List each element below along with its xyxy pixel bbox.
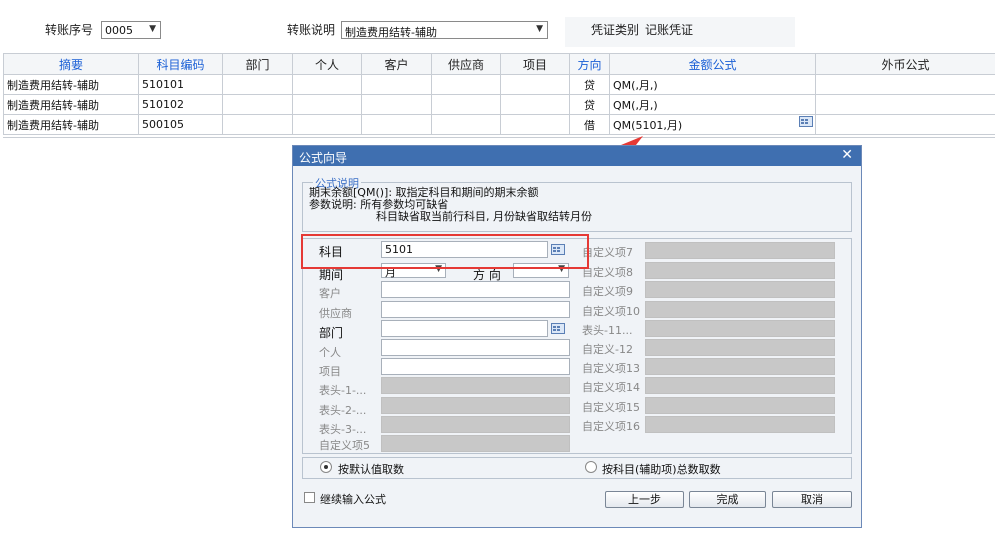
subject-highlight-box	[301, 234, 589, 269]
custom8-input	[645, 262, 835, 279]
custom15-label: 自定义项15	[582, 401, 640, 414]
radio-total-label: 按科目(辅助项)总数取数	[602, 463, 721, 476]
person-label: 个人	[319, 346, 341, 359]
custom15-input	[645, 397, 835, 414]
customer-label: 客户	[319, 287, 341, 300]
custom7-label: 自定义项7	[582, 246, 633, 259]
description-line-3: 科目缺省取当前行科目, 月份缺省取结转月份	[376, 210, 592, 223]
custom12-label: 自定义-12	[582, 343, 633, 356]
radio-total[interactable]	[585, 461, 597, 473]
radio-default[interactable]	[320, 461, 332, 473]
custom10-input	[645, 301, 835, 318]
cancel-button[interactable]: 取消	[772, 491, 852, 508]
header3-input	[381, 416, 570, 433]
continue-checkbox[interactable]	[304, 492, 315, 503]
header1-label: 表头-1-...	[319, 384, 367, 397]
dept-picker-icon[interactable]	[551, 323, 565, 334]
custom16-input	[645, 416, 835, 433]
formula-wizard-dialog: 公式向导 ✕ 公式说明 期末余额[QM()]: 取指定科目和期间的期末余额 参数…	[292, 145, 862, 528]
custom9-input	[645, 281, 835, 298]
header2-label: 表头-2-...	[319, 404, 367, 417]
radio-default-label: 按默认值取数	[338, 463, 404, 476]
custom8-label: 自定义项8	[582, 266, 633, 279]
continue-label: 继续输入公式	[320, 493, 386, 506]
project-label: 项目	[319, 365, 341, 378]
custom7-input	[645, 242, 835, 259]
custom13-label: 自定义项13	[582, 362, 640, 375]
custom10-label: 自定义项10	[582, 305, 640, 318]
project-input[interactable]	[381, 358, 570, 375]
supplier-label: 供应商	[319, 307, 352, 320]
custom14-input	[645, 377, 835, 394]
custom16-label: 自定义项16	[582, 420, 640, 433]
custom12-input	[645, 339, 835, 356]
header1-input	[381, 377, 570, 394]
close-icon[interactable]: ✕	[841, 147, 853, 163]
customer-input[interactable]	[381, 281, 570, 298]
prev-button[interactable]: 上一步	[605, 491, 684, 508]
dialog-title-bar: 公式向导 ✕	[293, 146, 861, 166]
custom5-input	[381, 435, 570, 452]
supplier-input[interactable]	[381, 301, 570, 318]
dept-label: 部门	[319, 326, 344, 340]
dialog-title: 公式向导	[299, 151, 348, 165]
header3-label: 表头-3-...	[319, 423, 367, 436]
custom9-label: 自定义项9	[582, 285, 633, 298]
header11-input	[645, 320, 835, 337]
custom13-input	[645, 358, 835, 375]
dept-input[interactable]	[381, 320, 548, 337]
finish-button[interactable]: 完成	[689, 491, 766, 508]
person-input[interactable]	[381, 339, 570, 356]
header11-label: 表头-11...	[582, 324, 633, 337]
custom5-label: 自定义项5	[319, 439, 370, 452]
header2-input	[381, 397, 570, 414]
custom14-label: 自定义项14	[582, 381, 640, 394]
